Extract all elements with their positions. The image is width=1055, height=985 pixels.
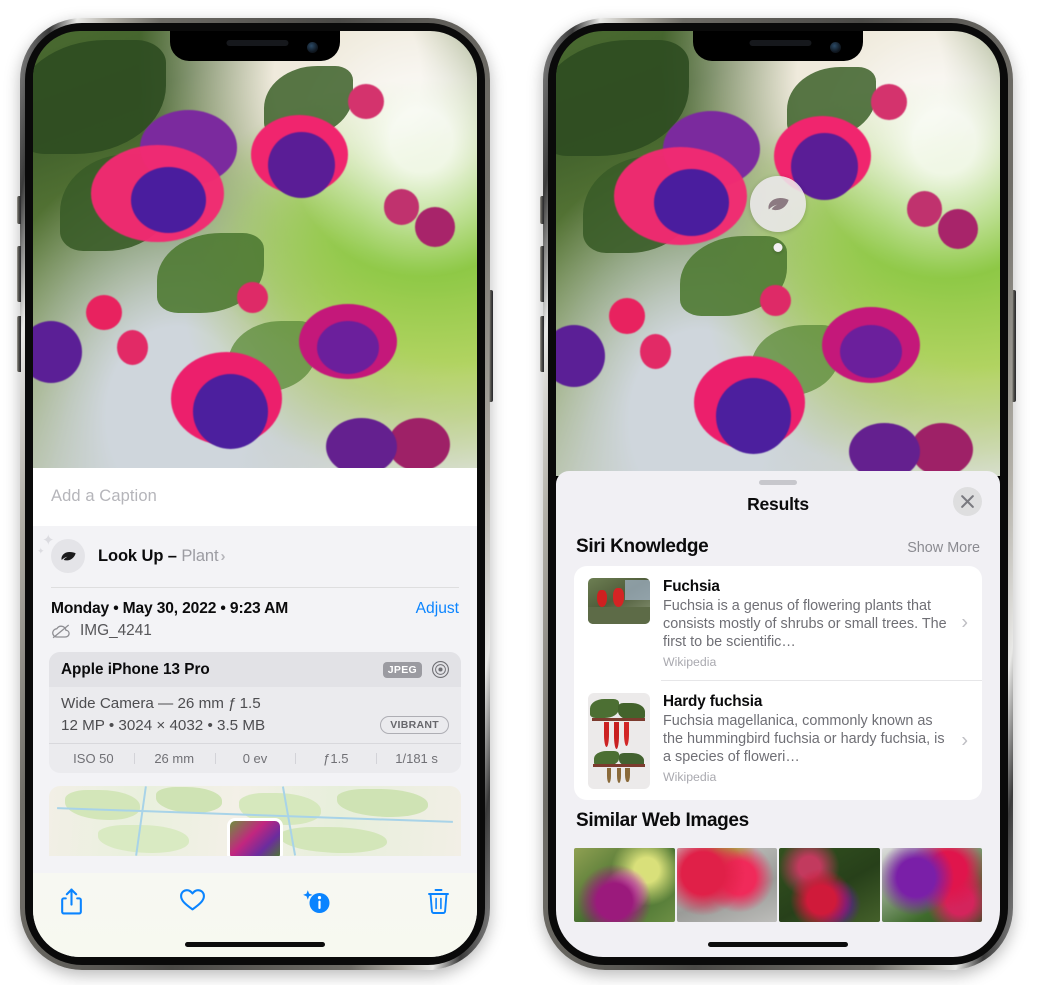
similar-images-strip[interactable] [556, 848, 1000, 922]
visual-lookup-anchor-dot [773, 243, 783, 252]
knowledge-source: Wikipedia [663, 655, 717, 669]
siri-knowledge-card: Fuchsia Fuchsia is a genus of flowering … [574, 566, 982, 800]
front-camera [307, 42, 318, 53]
leaf-chip: ✦ ✦ [37, 533, 85, 573]
screenshot-stage: Add a Caption ✦ ✦ Look Up – Plant › Mond… [0, 0, 1055, 985]
left-iphone: Add a Caption ✦ ✦ Look Up – Plant › Mond… [17, 18, 493, 970]
sparkle-icon-small: ✦ [37, 546, 45, 556]
fuchsia-thumbnail [588, 578, 650, 624]
knowledge-description: Fuchsia magellanica, commonly known as t… [663, 713, 945, 765]
heart-icon[interactable] [179, 887, 206, 912]
knowledge-source: Wikipedia [663, 770, 717, 784]
chevron-right-icon: › [961, 611, 968, 634]
chevron-right-icon: › [220, 547, 226, 565]
leaf-icon [768, 197, 789, 210]
section-title: Siri Knowledge [576, 536, 709, 557]
caption-input[interactable]: Add a Caption [33, 468, 477, 526]
photo-date: Monday • May 30, 2022 • 9:23 AM [51, 600, 289, 617]
knowledge-title: Fuchsia [663, 578, 720, 595]
home-indicator[interactable] [708, 942, 848, 947]
photo-info-sheet: Add a Caption ✦ ✦ Look Up – Plant › Mond… [33, 468, 477, 957]
section-title: Similar Web Images [576, 810, 749, 831]
location-map[interactable] [49, 786, 461, 856]
right-screen: Results Siri Knowledge Show More Fuchsia… [556, 31, 1000, 957]
mute-switch[interactable] [17, 196, 21, 224]
trash-icon[interactable] [426, 887, 451, 915]
mute-switch[interactable] [540, 196, 544, 224]
look-up-subject: Plant [181, 546, 219, 565]
left-screen: Add a Caption ✦ ✦ Look Up – Plant › Mond… [33, 31, 477, 957]
camera-header-right: JPEG [382, 660, 450, 679]
photo-viewer[interactable] [33, 31, 477, 471]
cloud-slash-icon [52, 624, 70, 639]
volume-down-button[interactable] [540, 316, 544, 372]
camera-body: Wide Camera — 26 mm ƒ 1.5 12 MP • 3024 ×… [49, 687, 461, 743]
exif-iso: ISO 50 [73, 751, 114, 766]
exif-focal: 26 mm [133, 751, 215, 766]
results-header: Results [556, 485, 1000, 526]
knowledge-description: Fuchsia is a genus of flowering plants t… [663, 598, 947, 650]
aperture-icon[interactable] [431, 660, 450, 679]
camera-size-row: 12 MP • 3024 × 4032 • 3.5 MB VIBRANT [61, 716, 449, 734]
camera-header: Apple iPhone 13 Pro JPEG [49, 652, 461, 687]
hardy-fuchsia-thumbnail [588, 693, 650, 789]
exif-row: ISO 50 26 mm 0 ev ƒ1.5 1/181 s [49, 743, 461, 773]
exif-aperture: ƒ1.5 [295, 751, 376, 766]
page-title: Results [747, 494, 809, 514]
close-icon [961, 495, 974, 508]
knowledge-item-hardy-fuchsia[interactable]: Hardy fuchsia Fuchsia magellanica, commo… [574, 681, 982, 800]
date-row: Monday • May 30, 2022 • 9:23 AM Adjust [33, 588, 477, 619]
similar-image-2[interactable] [676, 848, 777, 922]
leaf-icon [60, 551, 76, 560]
results-sheet: Results Siri Knowledge Show More Fuchsia… [556, 471, 1000, 957]
home-indicator[interactable] [185, 942, 325, 947]
look-up-row[interactable]: ✦ ✦ Look Up – Plant › [33, 526, 477, 587]
exif-exposure: 0 ev [214, 751, 296, 766]
similar-image-4[interactable] [881, 848, 982, 922]
exif-shutter: 1/181 s [376, 751, 457, 766]
power-button[interactable] [489, 290, 493, 402]
camera-model: Apple iPhone 13 Pro [61, 660, 210, 678]
photo-viewer[interactable] [556, 31, 1000, 476]
volume-up-button[interactable] [540, 246, 544, 302]
similar-web-images-header: Similar Web Images [556, 800, 1000, 840]
right-iphone: Results Siri Knowledge Show More Fuchsia… [540, 18, 1016, 970]
notch [170, 31, 340, 61]
adjust-button[interactable]: Adjust [416, 600, 459, 618]
visual-lookup-badge[interactable] [750, 176, 806, 232]
earpiece-speaker [749, 40, 812, 46]
format-badge: JPEG [382, 661, 422, 678]
volume-down-button[interactable] [17, 316, 21, 372]
map-photo-thumbnail[interactable] [227, 818, 283, 856]
share-icon[interactable] [59, 887, 84, 916]
siri-knowledge-header: Siri Knowledge Show More [556, 526, 1000, 566]
show-more-button[interactable]: Show More [907, 540, 980, 556]
knowledge-body: Hardy fuchsia Fuchsia magellanica, commo… [663, 693, 968, 784]
camera-info-card: Apple iPhone 13 Pro JPEG Wide Camera — 2… [49, 652, 461, 773]
knowledge-title: Hardy fuchsia [663, 693, 763, 710]
knowledge-body: Fuchsia Fuchsia is a genus of flowering … [663, 578, 968, 669]
look-up-text: Look Up – [98, 546, 182, 565]
front-camera [830, 42, 841, 53]
look-up-label: Look Up – Plant › [98, 547, 225, 566]
similar-image-3[interactable] [779, 848, 880, 922]
similar-image-1[interactable] [574, 848, 675, 922]
power-button[interactable] [1012, 290, 1016, 402]
camera-lens-line: Wide Camera — 26 mm ƒ 1.5 [61, 695, 261, 712]
file-row: IMG_4241 [33, 619, 477, 652]
chevron-right-icon: › [961, 729, 968, 751]
camera-size-line: 12 MP • 3024 × 4032 • 3.5 MB [61, 716, 266, 734]
earpiece-speaker [226, 40, 289, 46]
photographic-style-badge: VIBRANT [380, 716, 449, 734]
info-icon[interactable] [301, 887, 331, 915]
file-name: IMG_4241 [80, 622, 152, 639]
close-button[interactable] [953, 487, 982, 516]
notch [693, 31, 863, 61]
knowledge-item-fuchsia[interactable]: Fuchsia Fuchsia is a genus of flowering … [574, 566, 982, 680]
volume-up-button[interactable] [17, 246, 21, 302]
